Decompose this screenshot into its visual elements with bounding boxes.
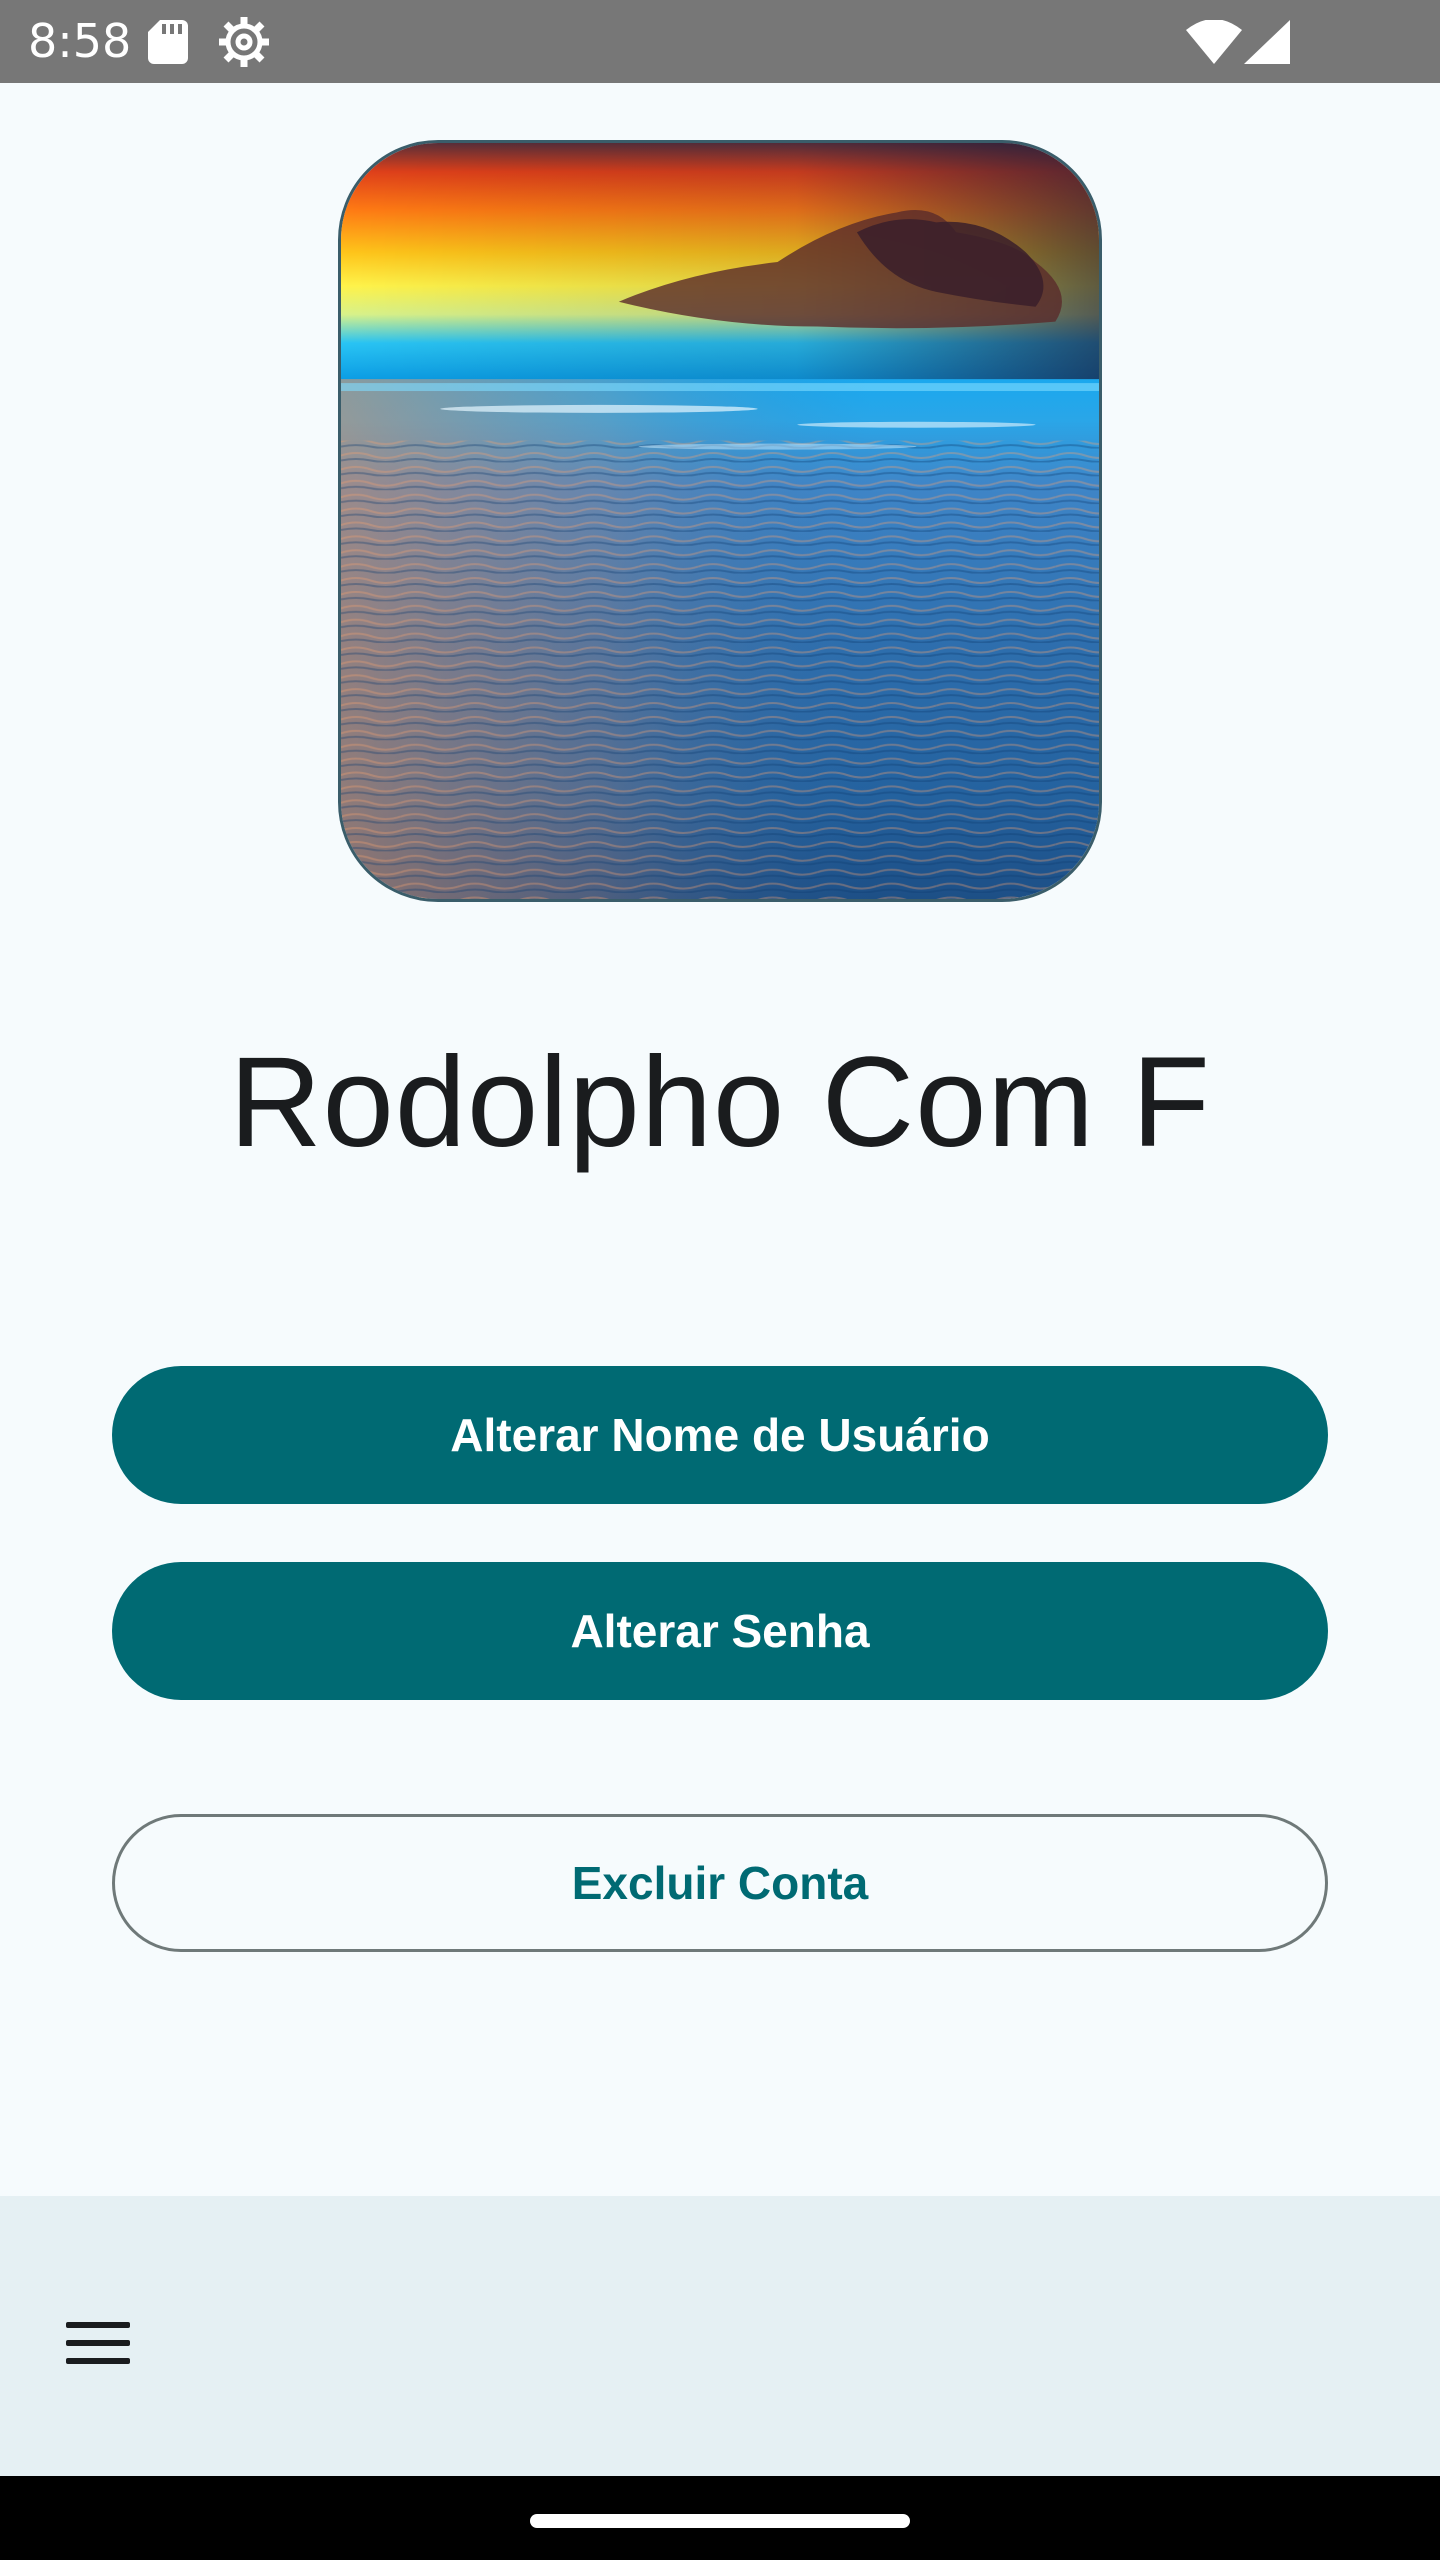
change-username-button[interactable]: Alterar Nome de Usuário xyxy=(112,1366,1328,1504)
system-navigation-bar xyxy=(0,2476,1440,2560)
profile-avatar[interactable] xyxy=(338,140,1102,902)
home-gesture-handle[interactable] xyxy=(530,2514,910,2528)
delete-account-button[interactable]: Excluir Conta xyxy=(112,1814,1328,1952)
bottom-app-bar xyxy=(0,2196,1440,2476)
status-bar: 8:58 xyxy=(0,0,1440,83)
wifi-icon xyxy=(1186,20,1242,64)
signal-icon xyxy=(1244,20,1290,64)
delete-account-label: Excluir Conta xyxy=(571,1857,869,1909)
settings-icon xyxy=(219,17,269,67)
hamburger-menu-icon[interactable] xyxy=(64,2318,132,2368)
sd-card-icon xyxy=(148,20,188,64)
sunset-ocean-photo xyxy=(341,143,1099,899)
change-password-button[interactable]: Alterar Senha xyxy=(112,1562,1328,1700)
profile-screen: 8:58 Rodolpho Com F Alterar Nome de Usuá… xyxy=(0,0,1440,2560)
status-time: 8:58 xyxy=(28,14,132,68)
user-name: Rodolpho Com F xyxy=(229,1031,1211,1174)
change-password-label: Alterar Senha xyxy=(570,1605,870,1657)
change-username-label: Alterar Nome de Usuário xyxy=(450,1409,990,1461)
